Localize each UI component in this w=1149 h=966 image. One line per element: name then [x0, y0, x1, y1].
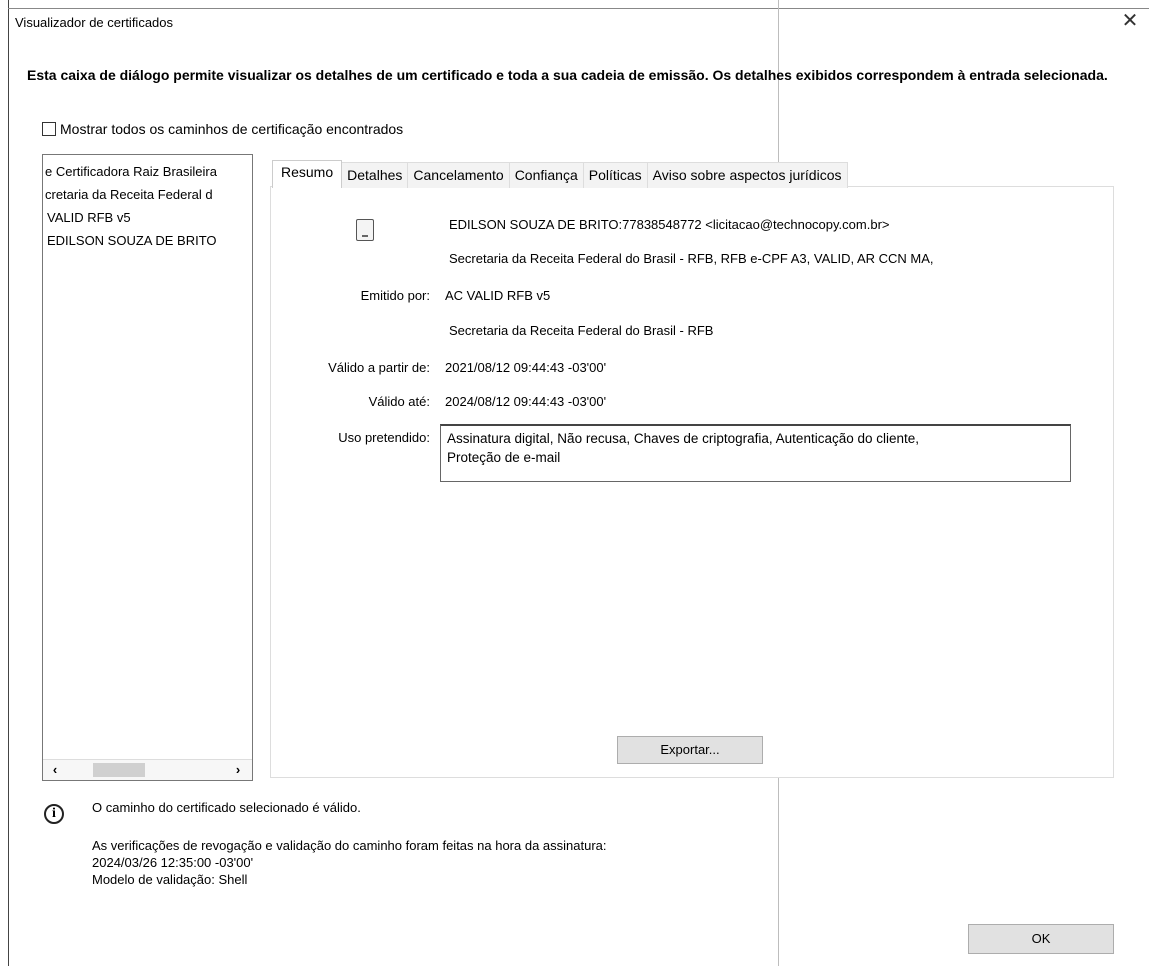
intended-use-line-2: Proteção de e-mail: [447, 450, 561, 465]
tree-item-root-ca[interactable]: e Certificadora Raiz Brasileira: [45, 163, 217, 181]
tab-cancelamento[interactable]: Cancelamento: [407, 162, 510, 188]
window-border-top: [8, 8, 1149, 9]
valid-from-value: 2021/08/12 09:44:43 -03'00': [445, 360, 607, 375]
scroll-thumb[interactable]: [93, 763, 145, 777]
intended-use-textbox[interactable]: Assinatura digital, Não recusa, Chaves d…: [440, 424, 1071, 482]
path-status-message: O caminho do certificado selecionado é v…: [92, 800, 361, 815]
tab-detalhes[interactable]: Detalhes: [341, 162, 409, 188]
issued-by-label: Emitido por:: [360, 288, 430, 303]
info-icon: i: [44, 804, 64, 824]
tab-politicas[interactable]: Políticas: [582, 162, 648, 188]
verification-line-3: Modelo de validação: Shell: [92, 872, 248, 887]
close-icon[interactable]: ✕: [1118, 10, 1142, 32]
tree-item-valid-rfb[interactable]: VALID RFB v5: [47, 209, 131, 227]
dialog-description: Esta caixa de diálogo permite visualizar…: [27, 67, 1108, 83]
verification-line-1: As verificações de revogação e validação…: [92, 838, 607, 853]
tree-horizontal-scrollbar[interactable]: ‹ ›: [43, 759, 252, 780]
certificate-icon: [356, 219, 374, 241]
valid-to-value: 2024/08/12 09:44:43 -03'00': [445, 394, 607, 409]
show-all-paths-option[interactable]: Mostrar todos os caminhos de certificaçã…: [42, 121, 403, 137]
intended-use-label: Uso pretendido:: [338, 430, 430, 445]
window-title: Visualizador de certificados: [15, 15, 174, 30]
valid-from-label: Válido a partir de:: [328, 360, 430, 375]
issued-by-value: AC VALID RFB v5: [445, 288, 551, 303]
scroll-right-icon[interactable]: ›: [229, 761, 247, 779]
tree-item-rfb-ca[interactable]: cretaria da Receita Federal d: [45, 186, 213, 204]
ok-button[interactable]: OK: [968, 924, 1114, 954]
scroll-left-icon[interactable]: ‹: [46, 761, 64, 779]
tab-panel: [270, 186, 1114, 778]
certificate-chain-tree[interactable]: e Certificadora Raiz Brasileira cretaria…: [42, 154, 253, 781]
verification-details: As verificações de revogação e validação…: [92, 837, 607, 888]
tab-bar: Resumo Detalhes Cancelamento Confiança P…: [272, 160, 848, 188]
export-button[interactable]: Exportar...: [617, 736, 763, 764]
tab-aviso-juridico[interactable]: Aviso sobre aspectos jurídicos: [646, 162, 848, 188]
subject-organization: Secretaria da Receita Federal do Brasil …: [449, 251, 934, 266]
show-all-paths-checkbox[interactable]: [42, 122, 56, 136]
valid-to-label: Válido até:: [368, 394, 430, 409]
tab-confianca[interactable]: Confiança: [508, 162, 584, 188]
verification-line-2: 2024/03/26 12:35:00 -03'00': [92, 855, 254, 870]
subject-name: EDILSON SOUZA DE BRITO:77838548772 <lici…: [449, 217, 890, 232]
window-border-left: [8, 0, 9, 966]
show-all-paths-label: Mostrar todos os caminhos de certificaçã…: [60, 121, 404, 137]
issued-by-organization: Secretaria da Receita Federal do Brasil …: [449, 323, 714, 338]
tab-resumo[interactable]: Resumo: [272, 160, 343, 188]
tree-item-edilson[interactable]: EDILSON SOUZA DE BRITO: [47, 232, 217, 250]
intended-use-line-1: Assinatura digital, Não recusa, Chaves d…: [447, 431, 920, 446]
